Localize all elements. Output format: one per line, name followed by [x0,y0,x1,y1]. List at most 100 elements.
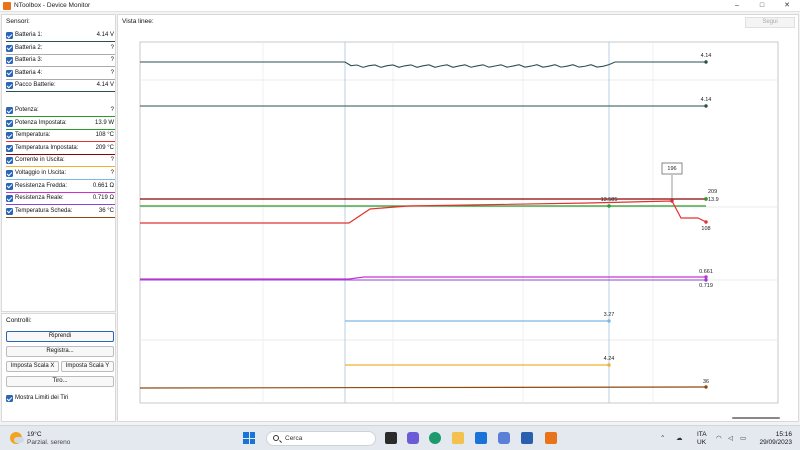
checkbox-checked-icon[interactable] [6,144,13,152]
sensor-value: 209 °C [95,144,114,151]
sensor-row[interactable]: Batteria 3:? [6,56,115,68]
sensor-value: ? [110,170,114,176]
data-point [607,319,611,323]
set-scale-x-button[interactable]: Imposta Scala X [6,361,59,372]
data-point [607,363,611,367]
weather-partly-sunny-icon[interactable] [10,432,24,444]
maximize-button[interactable]: □ [750,0,774,12]
sensor-value: ? [110,69,114,76]
show-puff-limits-label: Mostra Limiti dei Tiri [15,395,69,401]
wifi-icon[interactable]: ◠ [716,434,722,442]
line-chart[interactable]: 4.144.1420913.585 13.91081960.6610.7193.2… [118,15,800,423]
sensor-row[interactable]: Temperatura Impostata: 209 °C [6,144,115,155]
title-bar: NToolbox - Device Monitor – □ ✕ [0,0,800,12]
sensor-value: 0.719 Ω [92,195,114,202]
sensor-row[interactable]: Batteria 2:? [6,44,115,55]
sensors-title: Sensori: [6,18,30,25]
mail-icon[interactable] [475,432,487,444]
ntoolbox-app-icon[interactable] [545,432,557,444]
sensor-value: 108 °C [95,132,114,139]
controls-title: Controlli: [6,317,32,324]
taskbar: 19°C Parzial. sereno Cerca ⌃ ☁ ITA UK ◠ … [0,425,800,450]
checkbox-checked-icon[interactable] [6,157,13,165]
checkbox-checked-icon[interactable] [6,32,13,39]
checkbox-checked-icon[interactable] [6,170,13,177]
minimize-button[interactable]: – [725,0,749,12]
data-point [704,278,708,282]
teams-chat-icon[interactable] [407,432,419,444]
data-label: 4.14 [701,97,712,103]
show-puff-limits-checkbox[interactable]: Mostra Limiti dei Tiri [6,394,106,403]
sensor-row[interactable]: Temperatura Scheda: 36 °C [6,207,115,218]
language-code: ITA [697,431,707,438]
close-button[interactable]: ✕ [775,0,799,12]
copilot-icon[interactable] [498,432,510,444]
keyboard-language[interactable]: ITA UK [697,431,707,447]
sensor-row[interactable]: Corrente in Uscita:? [6,156,115,168]
weather-temperature[interactable]: 19°C [27,431,42,438]
store-icon[interactable] [521,432,533,444]
checkbox-checked-icon[interactable] [6,44,13,52]
controls-panel: Controlli: Riprendi Registra... Imposta … [1,313,116,422]
data-point [607,204,611,208]
sensor-row[interactable]: Batteria 4:? [6,69,115,80]
sensors-panel: Sensori: Batteria 1: 4.14 V Batteria 2:? Ba… [1,14,116,312]
data-label: 0.719 [699,283,713,289]
sensor-row[interactable]: Batteria 1: 4.14 V [6,31,115,42]
data-point [704,385,708,389]
checkbox-checked-icon[interactable] [6,69,13,77]
sensor-row[interactable]: Voltaggio in Uscita:? [6,169,115,180]
weather-condition[interactable]: Parzial. sereno [27,439,70,446]
data-label: 196 [667,166,676,172]
sensor-value: 4.14 V [96,82,114,89]
file-explorer-icon[interactable] [452,432,464,444]
data-label: 0.661 [699,269,713,275]
data-label: 108 [701,226,710,232]
data-point [704,220,708,224]
battery-icon[interactable]: ▭ [740,434,746,442]
checkbox-checked-icon[interactable] [6,82,13,90]
task-view-icon[interactable] [385,432,397,444]
sensor-row[interactable]: Pacco Batterie: 4.14 V [6,81,115,93]
set-scale-y-button[interactable]: Imposta Scala Y [61,361,114,372]
data-point [704,275,708,279]
volume-icon[interactable]: ◁ [728,434,733,442]
chevron-up-icon[interactable]: ⌃ [660,434,665,442]
system-clock[interactable]: 15:16 29/09/2023 [754,431,792,447]
checkbox-checked-icon[interactable] [6,107,13,114]
record-button[interactable]: Registra... [6,346,114,357]
sensor-label: Batteria 1: [15,32,43,38]
checkbox-checked-icon[interactable] [6,132,13,140]
sensor-label: Potenza: [15,107,39,113]
windows-start-icon[interactable] [243,432,255,444]
resume-button[interactable]: Riprendi [6,331,114,342]
sensor-row[interactable]: Resistenza Fredda: 0.661 Ω [6,182,115,193]
checkbox-checked-icon[interactable] [6,119,13,127]
checkbox-checked-icon[interactable] [6,182,13,190]
data-point [704,60,708,64]
sensor-label: Batteria 2: [15,44,43,51]
checkbox-checked-icon[interactable] [6,395,13,402]
taskbar-search[interactable]: Cerca [266,431,376,446]
horizontal-scrollbar[interactable] [732,417,780,419]
sensor-value: 13.9 W [94,119,114,126]
sensor-label: Resistenza Reale: [15,195,64,202]
clock-date: 29/09/2023 [759,439,792,446]
search-placeholder: Cerca [285,435,303,442]
cloud-icon[interactable]: ☁ [676,434,683,442]
checkbox-checked-icon[interactable] [6,195,13,203]
checkbox-checked-icon[interactable] [6,57,13,65]
sensor-row[interactable]: Temperatura: 108 °C [6,131,115,143]
checkbox-checked-icon[interactable] [6,207,13,215]
data-label: 209 [708,189,717,195]
data-label: 4.14 [701,53,712,59]
puff-button[interactable]: Tiro... [6,376,114,387]
sensor-row[interactable]: Potenza Impostata: 13.9 W [6,119,115,130]
data-label: 13.9 [708,197,719,203]
data-label: 36 [703,379,709,385]
keyboard-layout: UK [697,439,707,446]
sensor-value: 0.661 Ω [92,182,114,189]
sensor-row[interactable]: Potenza:? [6,106,115,117]
edge-browser-icon[interactable] [429,432,441,444]
sensor-row[interactable]: Resistenza Reale: 0.719 Ω [6,194,115,206]
